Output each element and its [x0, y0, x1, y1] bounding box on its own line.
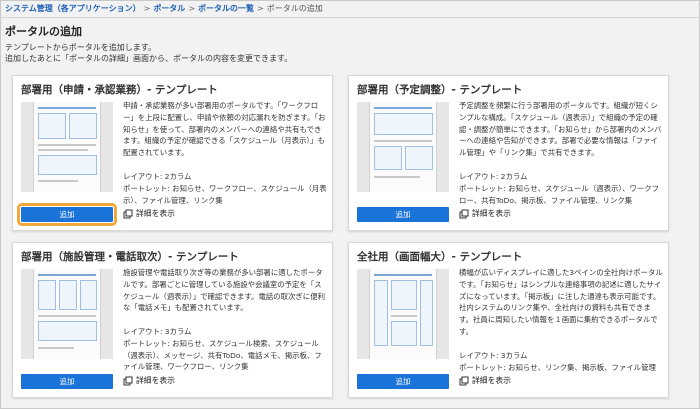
- template-thumbnail[interactable]: [21, 102, 113, 192]
- breadcrumb-current: ポータルの追加: [266, 4, 323, 13]
- layout-columns: レイアウト: 2カラム: [123, 172, 192, 181]
- add-button[interactable]: 追加: [357, 374, 449, 389]
- card-layout-info: レイアウト: 3カラム ポートレット: お知らせ、スケジュール検索、スケジュール…: [123, 326, 328, 373]
- portlet-list: ポートレット: お知らせ、スケジュール（週表示）、ワークフロー、共有ToDo、掲…: [459, 183, 660, 205]
- card-layout-info: レイアウト: 3カラム ポートレット: お知らせ、リンク集、掲示板、ファイル管理: [459, 350, 664, 374]
- breadcrumb: システム管理（各アプリケーション） > ポータル > ポータルの一覧 > ポータルの追加: [5, 3, 323, 14]
- page-title: ポータルの追加: [5, 25, 82, 38]
- card-title: 全社用（画面幅大）- テンプレート: [357, 251, 523, 263]
- detail-link[interactable]: 詳細を表示: [459, 375, 511, 386]
- template-card-dept-schedule: 部署用（予定調整）- テンプレート 予定調整を頻繁に行う部署用のポータルです。組…: [348, 75, 669, 231]
- breadcrumb-portal-list[interactable]: ポータルの一覧: [198, 4, 254, 13]
- detail-link[interactable]: 詳細を表示: [123, 208, 175, 219]
- page-description: テンプレートからポータルを追加します。 追加したあとに「ポータルの詳細」画面から…: [5, 42, 292, 64]
- card-title: 部署用（申請・承認業務）- テンプレート: [21, 84, 218, 96]
- layout-columns: レイアウト: 2カラム: [459, 172, 528, 181]
- card-title: 部署用（予定調整）- テンプレート: [357, 84, 523, 96]
- description-line: 追加したあとに「ポータルの詳細」画面から、ポータルの内容を変更できます。: [5, 54, 293, 63]
- portlet-list: ポートレット: お知らせ、リンク集、掲示板、ファイル管理: [459, 362, 656, 372]
- portlet-list: ポートレット: お知らせ、ワークフロー、スケジュール（月表示）、ファイル管理、リ…: [123, 183, 327, 205]
- card-description: 申請・承認業務が多い部署用のポータルです。「ワークフロー」を上段に配置し、申請や…: [123, 101, 326, 158]
- layout-columns: レイアウト: 3カラム: [123, 327, 192, 336]
- open-window-icon: [123, 209, 133, 219]
- detail-link-label: 詳細を表示: [136, 209, 175, 218]
- detail-link-label: 詳細を表示: [472, 209, 511, 218]
- card-description: 施設管理や電話取り次ぎ等の業務が多い部署に適したポータルです。部署ごとに管理して…: [123, 268, 325, 313]
- template-thumbnail[interactable]: [357, 102, 449, 192]
- card-description: 横幅が広いディスプレイに適した3ペインの全社向けポータルです。「お知らせ」はシン…: [459, 268, 663, 336]
- open-window-icon: [459, 209, 469, 219]
- detail-link[interactable]: 詳細を表示: [459, 208, 511, 219]
- detail-link[interactable]: 詳細を表示: [123, 375, 175, 386]
- add-button[interactable]: 追加: [21, 374, 113, 389]
- open-window-icon: [123, 376, 133, 386]
- template-card-dept-facility: 部署用（施設管理・電話取次）- テンプレート 施設管理や電話取り次ぎ等の業務が多…: [12, 242, 333, 398]
- breadcrumb-separator: >: [188, 4, 196, 13]
- detail-link-label: 詳細を表示: [472, 376, 511, 385]
- card-description: 予定調整を頻繁に行う部署用のポータルです。組織が短くシンプルな構成。「スケジュー…: [459, 101, 662, 158]
- add-button[interactable]: 追加: [357, 207, 449, 222]
- breadcrumb-separator: >: [143, 4, 151, 13]
- breadcrumb-portal[interactable]: ポータル: [153, 4, 185, 13]
- template-card-dept-approval: 部署用（申請・承認業務）- テンプレート 申請・承認業務が多い部署用のポータルで…: [12, 75, 333, 231]
- portlet-list: ポートレット: お知らせ、スケジュール検索、スケジュール（週表示）、メッセージ、…: [123, 338, 322, 372]
- card-layout-info: レイアウト: 2カラム ポートレット: お知らせ、スケジュール（週表示）、ワーク…: [459, 171, 664, 206]
- card-title: 部署用（施設管理・電話取次）- テンプレート: [21, 251, 239, 263]
- template-card-company-wide: 全社用（画面幅大）- テンプレート 横幅が広いディスプレイに適した3ペインの全社…: [348, 242, 669, 398]
- template-thumbnail[interactable]: [21, 269, 113, 359]
- layout-columns: レイアウト: 3カラム: [459, 351, 528, 360]
- open-window-icon: [459, 376, 469, 386]
- description-line: テンプレートからポータルを追加します。: [5, 43, 156, 52]
- breadcrumb-separator: >: [257, 4, 264, 13]
- template-thumbnail[interactable]: [357, 269, 449, 359]
- detail-link-label: 詳細を表示: [136, 376, 175, 385]
- breadcrumb-system-admin[interactable]: システム管理（各アプリケーション）: [5, 4, 141, 13]
- add-button[interactable]: 追加: [17, 203, 117, 226]
- card-layout-info: レイアウト: 2カラム ポートレット: お知らせ、ワークフロー、スケジュール（月…: [123, 171, 328, 206]
- divider: [0, 17, 700, 18]
